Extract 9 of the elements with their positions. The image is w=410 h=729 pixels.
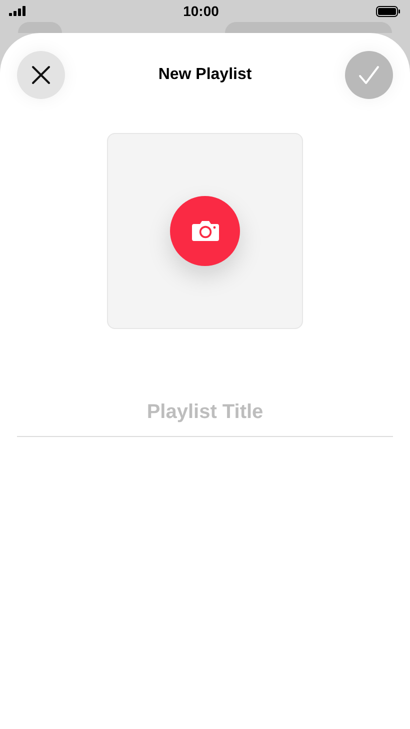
camera-icon: [190, 220, 220, 242]
status-time: 10:00: [183, 3, 219, 19]
battery-icon: [376, 6, 400, 16]
close-icon: [31, 65, 51, 85]
playlist-title-field[interactable]: Playlist Title: [17, 393, 393, 437]
signal-icon: [9, 6, 26, 16]
close-button[interactable]: [17, 51, 65, 99]
checkmark-icon: [358, 65, 380, 85]
sheet-title: New Playlist: [158, 66, 252, 84]
